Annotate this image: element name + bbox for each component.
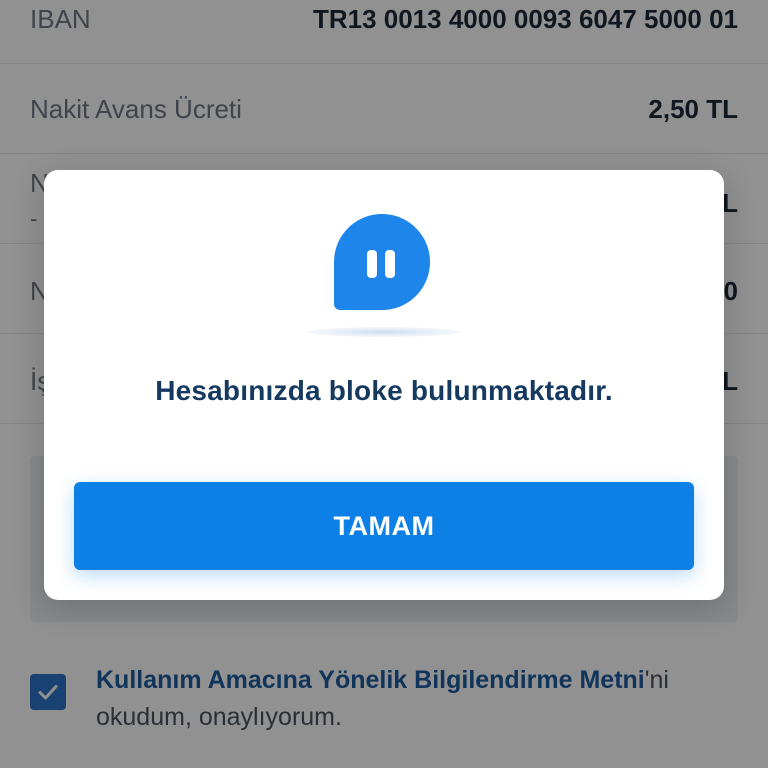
pause-chat-bubble-icon [334,214,430,310]
dialog-title: Hesabınızda bloke bulunmaktadır. [155,375,613,406]
dialog-icon-shadow [308,327,460,337]
bank-transaction-screen: IBAN TR13 0013 4000 0093 6047 5000 01 Na… [0,0,768,768]
dialog-icon-wrap [308,206,460,346]
ok-button[interactable]: TAMAM [74,482,694,570]
blocked-account-dialog: Hesabınızda bloke bulunmaktadır. TAMAM [44,170,724,600]
